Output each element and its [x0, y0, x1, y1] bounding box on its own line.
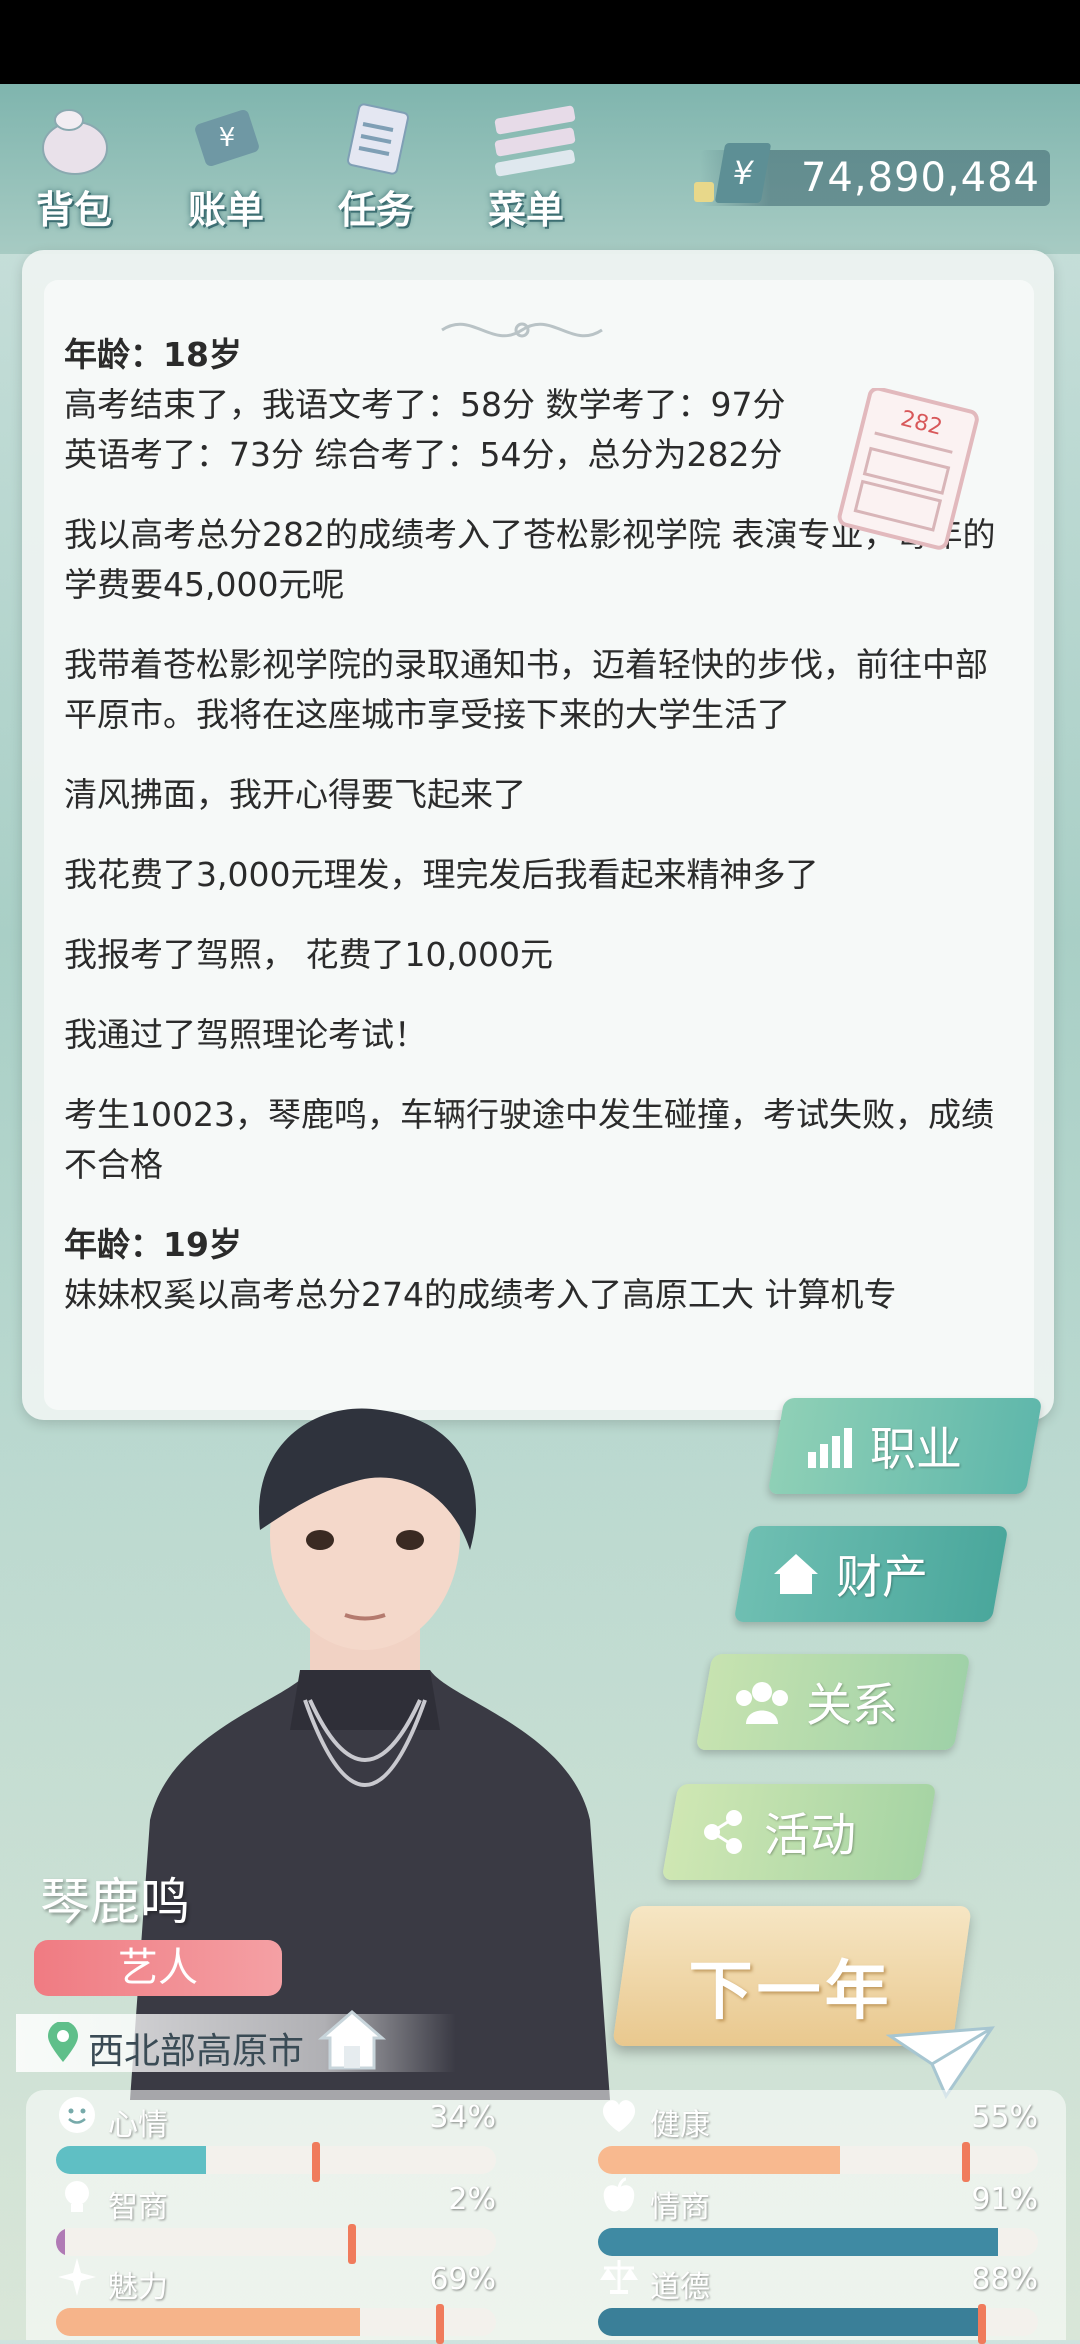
log-entry: 我带着苍松影视学院的录取通知书，迈着轻快的步伐，前往中部平原市。我将在这座城市享… [64, 645, 988, 734]
svg-text:¥: ¥ [219, 123, 236, 153]
home-icon[interactable] [316, 2006, 388, 2074]
job-badge[interactable]: 艺人 [34, 1940, 282, 1996]
stat-bar [598, 2228, 1038, 2256]
next-year-label: 下一年 [688, 1955, 893, 2029]
log-entry: 我花费了3,000元理发，理完发后我看起来精神多了 [64, 855, 819, 894]
stat-marker [978, 2304, 986, 2344]
job-label: 艺人 [118, 1945, 198, 1991]
people-icon [736, 1682, 788, 1724]
character-name: 琴鹿鸣 [40, 1873, 190, 1931]
bill-icon: ¥ [181, 100, 271, 180]
lightbulb-icon [65, 2181, 89, 2212]
log-entry: 妹妹权奚以高考总分274的成绩考入了高原工大 计算机专 [64, 1275, 897, 1314]
menu-icon [481, 100, 576, 180]
heart-icon [602, 2100, 636, 2132]
sparkle-icon [58, 2258, 96, 2296]
stat-health: 健康 55% [598, 2100, 1038, 2182]
nav-label-menu: 菜单 [487, 188, 564, 232]
relations-label: 关系 [806, 1678, 898, 1732]
location-pin-icon [48, 2022, 78, 2062]
relations-button[interactable]: 关系 [695, 1654, 971, 1750]
apple-icon [603, 2177, 635, 2212]
nav-menu[interactable]: 菜单 [466, 100, 586, 240]
stat-label: 道德 [650, 2270, 710, 2305]
exam-paper-icon: 282 [832, 386, 982, 558]
log-entry: 我报考了驾照， 花费了10,000元 [64, 935, 553, 974]
stat-eq: 情商 91% [598, 2177, 1038, 2264]
stat-label: 魅力 [108, 2270, 168, 2305]
career-label: 职业 [870, 1422, 962, 1476]
stat-value: 2% [448, 2182, 496, 2217]
location-bar[interactable]: 西北部高原市 [16, 2014, 456, 2072]
activities-button[interactable]: 活动 [661, 1784, 937, 1880]
status-bar [0, 0, 1080, 84]
stat-mood: 心情 34% [56, 2097, 496, 2182]
stat-value: 34% [429, 2100, 496, 2135]
backpack-icon [29, 100, 119, 180]
stat-value: 91% [971, 2182, 1038, 2217]
assets-button[interactable]: 财产 [733, 1526, 1009, 1622]
house-icon [774, 1554, 818, 1594]
location-label: 西北部高原市 [88, 2031, 305, 2072]
career-chart-icon [808, 1428, 852, 1468]
log-age: 年龄：18岁 [64, 335, 242, 374]
paper-plane-icon [885, 2020, 996, 2100]
stat-bar [598, 2308, 1038, 2336]
stat-bar [56, 2146, 496, 2174]
stat-marker [436, 2304, 444, 2344]
nav-label-bill: 账单 [187, 188, 264, 232]
log-entry: 高考结束了，我语文考了：58分 数学考了：97分 英语考了：73分 综合考了：5… [64, 385, 786, 474]
nav-label-backpack: 背包 [35, 188, 112, 232]
stat-value: 88% [971, 2262, 1038, 2297]
stat-label: 健康 [650, 2108, 710, 2143]
log-age: 年龄：19岁 [64, 1225, 242, 1264]
stat-iq: 智商 2% [56, 2181, 496, 2264]
smile-icon [59, 2097, 95, 2133]
stat-bar [56, 2308, 496, 2336]
activities-label: 活动 [764, 1808, 856, 1862]
coin-dot [694, 182, 714, 202]
stat-value: 55% [971, 2100, 1038, 2135]
stat-label: 心情 [108, 2108, 168, 2143]
stat-marker [348, 2224, 356, 2264]
stat-bar [598, 2146, 1038, 2174]
log-entry: 清风拂面，我开心得要飞起来了 [64, 775, 526, 814]
scales-icon [600, 2260, 638, 2294]
nav-task[interactable]: 任务 [316, 100, 436, 240]
stat-marker [312, 2142, 320, 2182]
log-entry: 考生10023，琴鹿鸣，车辆行驶途中发生碰撞，考试失败，成绩不合格 [64, 1095, 994, 1184]
assets-label: 财产 [836, 1550, 928, 1604]
activities-icon [704, 1810, 742, 1854]
stat-value: 69% [429, 2262, 496, 2297]
log-entry: 我通过了驾照理论考试！ [64, 1015, 427, 1054]
stat-marker [962, 2142, 970, 2182]
stat-charm: 魅力 69% [56, 2258, 496, 2344]
nav-bill[interactable]: ¥ 账单 [166, 100, 286, 240]
stat-bar [56, 2228, 496, 2256]
nav-backpack[interactable]: 背包 [14, 100, 134, 240]
nav-label-task: 任务 [337, 188, 414, 232]
stat-label: 情商 [650, 2190, 710, 2225]
task-icon [331, 100, 421, 180]
career-button[interactable]: 职业 [767, 1398, 1043, 1494]
stat-morality: 道德 88% [598, 2260, 1038, 2344]
money-value: 74,890,484 [800, 155, 1040, 201]
stat-label: 智商 [108, 2190, 168, 2225]
